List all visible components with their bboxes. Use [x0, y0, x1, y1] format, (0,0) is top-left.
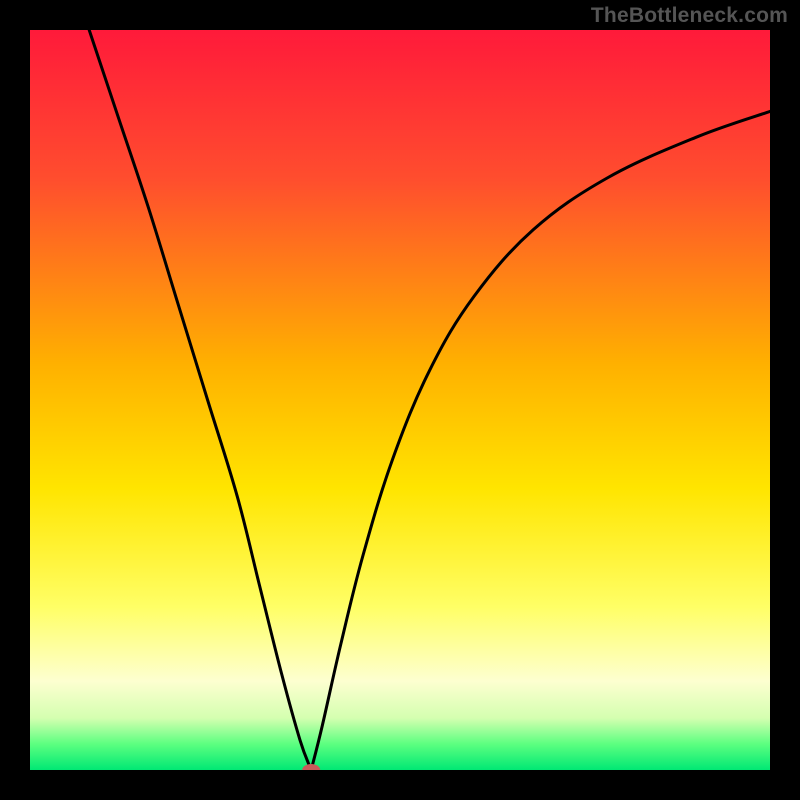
gradient-background [30, 30, 770, 770]
plot-area [30, 30, 770, 770]
bottleneck-chart [30, 30, 770, 770]
watermark-text: TheBottleneck.com [591, 4, 788, 28]
chart-frame: TheBottleneck.com [0, 0, 800, 800]
